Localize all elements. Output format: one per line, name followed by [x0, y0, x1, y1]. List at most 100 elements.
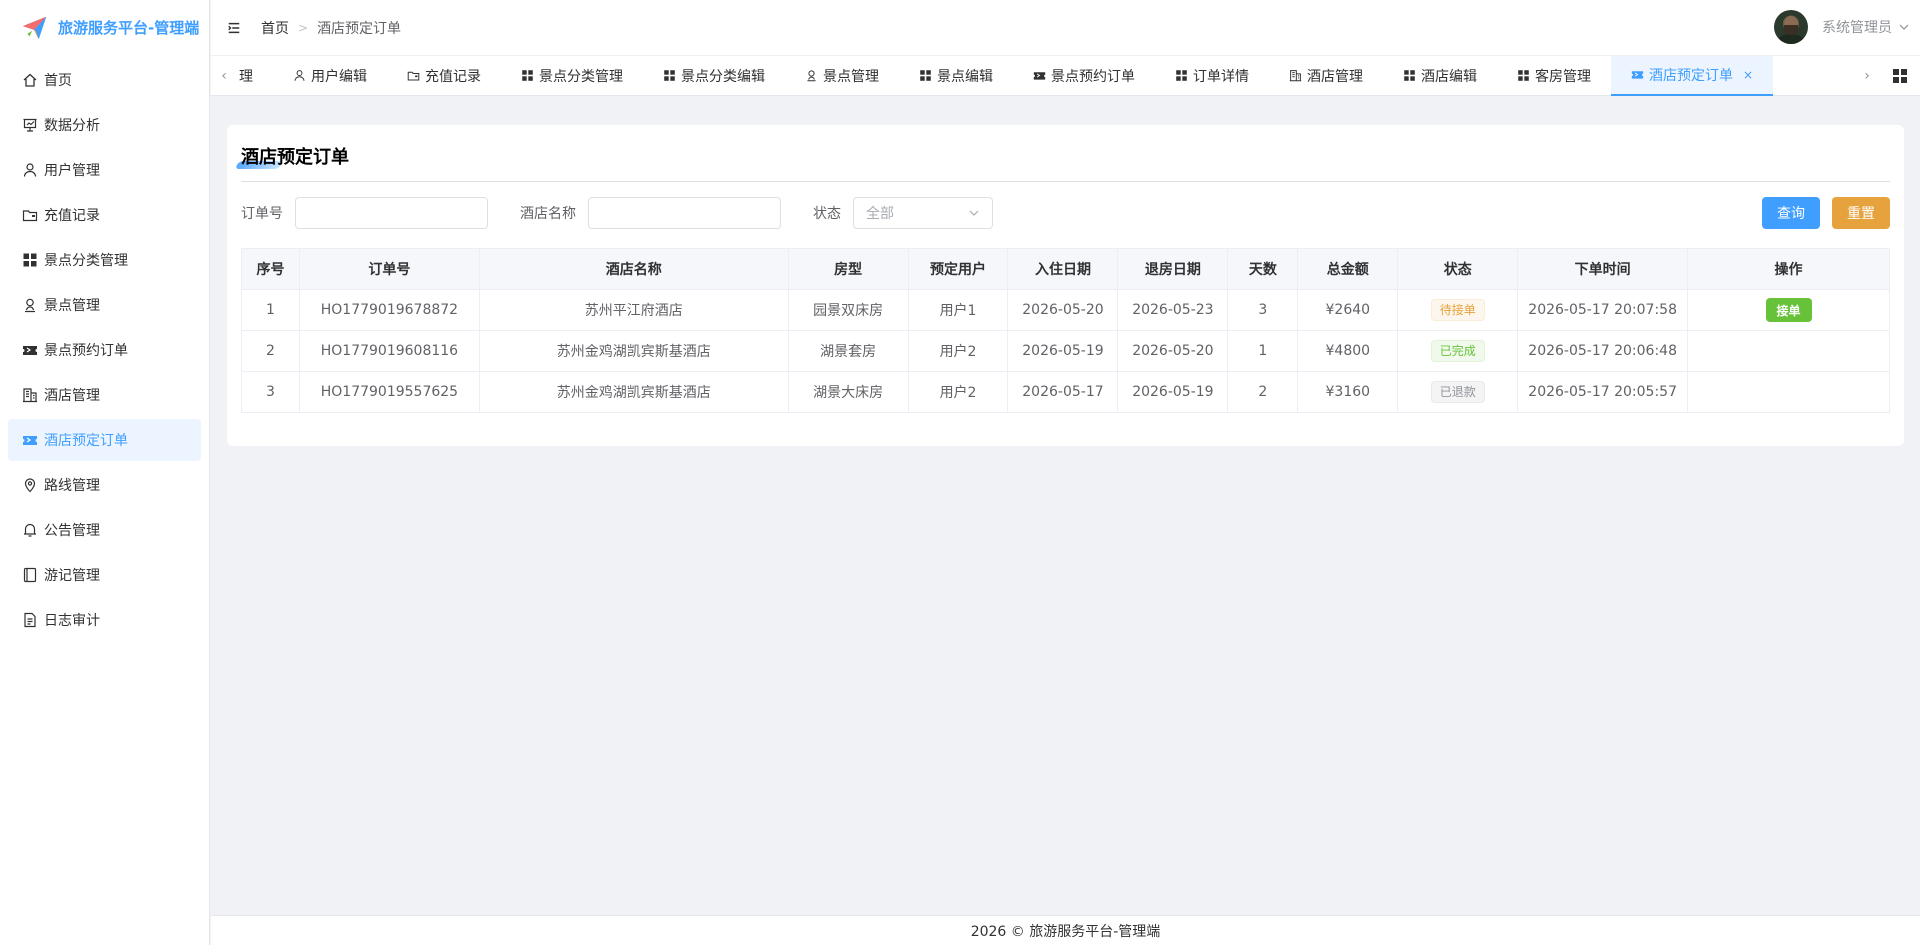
sidebar-item-1[interactable]: 数据分析 [8, 104, 201, 146]
sidebar-item-5[interactable]: 景点管理 [8, 284, 201, 326]
tab-8[interactable]: 订单详情 [1155, 56, 1269, 96]
user-icon [22, 162, 38, 178]
sidebar-item-label: 游记管理 [44, 568, 100, 584]
sidebar-item-12[interactable]: 日志审计 [8, 599, 201, 641]
cell-user: 用户2 [907, 371, 1009, 413]
sidebar-item-6[interactable]: 景点预约订单 [8, 329, 201, 371]
column-header: 操作 [1687, 248, 1890, 290]
ticket-icon [22, 342, 38, 358]
cell-days: 1 [1227, 330, 1299, 372]
content-card: 酒店预定订单 订单号 酒店名称 状态 全部 查询 重置 序号 订单号 酒店名称 房型预… [227, 125, 1904, 446]
tabs-menu-grid-icon[interactable] [1880, 56, 1920, 96]
tab-label: 客房管理 [1535, 68, 1591, 85]
cell-checkin: 2026-05-20 [1007, 289, 1119, 331]
tab-0[interactable]: 理 [237, 56, 273, 96]
collapse-menu-icon[interactable] [227, 20, 243, 36]
grid-icon [521, 69, 534, 82]
cell-checkin: 2026-05-17 [1007, 371, 1119, 413]
cell-user: 用户1 [907, 289, 1009, 331]
cell-order-no: HO1779019557625 [298, 371, 480, 413]
sidebar-item-4[interactable]: 景点分类管理 [8, 239, 201, 281]
reset-button[interactable]: 重置 [1832, 197, 1890, 229]
breadcrumb: 首页 > 酒店预定订单 [261, 18, 401, 38]
tab-label: 酒店管理 [1307, 68, 1363, 85]
footer: 2026 © 旅游服务平台-管理端 [211, 915, 1920, 945]
tab-7[interactable]: 景点预约订单 [1013, 56, 1155, 96]
order-no-input[interactable] [295, 197, 488, 229]
accept-order-button[interactable]: 接单 [1765, 298, 1812, 322]
sidebar-item-7[interactable]: 酒店管理 [8, 374, 201, 416]
tab-label: 景点分类编辑 [681, 68, 765, 85]
search-buttons: 查询 重置 [1762, 197, 1890, 229]
chevron-down-icon [1899, 24, 1909, 30]
tab-9[interactable]: 酒店管理 [1269, 56, 1383, 96]
ticket-icon [1631, 68, 1644, 81]
tab-label: 景点管理 [823, 68, 879, 85]
top-header: 首页 > 酒店预定订单 系统管理员 [211, 0, 1920, 56]
building-icon [22, 387, 38, 403]
sidebar-item-3[interactable]: 充值记录 [8, 194, 201, 236]
tab-10[interactable]: 酒店编辑 [1383, 56, 1497, 96]
cell-created: 2026-05-17 20:06:48 [1517, 330, 1689, 372]
tabs-scroll-right-icon[interactable]: › [1854, 56, 1880, 96]
bell-icon [22, 522, 38, 538]
breadcrumb-home[interactable]: 首页 [261, 18, 289, 38]
table-body: 1 HO1779019678872 苏州平江府酒店 园景双床房 用户1 2026-05-2… [241, 289, 1890, 413]
sidebar-item-11[interactable]: 游记管理 [8, 554, 201, 596]
grid-icon [1403, 69, 1416, 82]
sidebar-item-label: 景点分类管理 [44, 253, 128, 269]
avatar[interactable] [1774, 10, 1808, 44]
tab-label: 充值记录 [425, 68, 481, 85]
location-user-icon [805, 69, 818, 82]
cell-action: 接单 [1687, 289, 1890, 331]
sidebar-item-9[interactable]: 路线管理 [8, 464, 201, 506]
order-no-label: 订单号 [241, 206, 283, 222]
column-header: 天数 [1227, 248, 1299, 290]
cell-hotel: 苏州金鸡湖凯宾斯基酒店 [478, 330, 789, 372]
wallet-icon [22, 207, 38, 223]
table-row: 1 HO1779019678872 苏州平江府酒店 园景双床房 用户1 2026-05-2… [241, 289, 1890, 331]
user-dropdown[interactable]: 系统管理员 [1774, 10, 1910, 44]
tab-1[interactable]: 用户编辑 [273, 56, 387, 96]
home-icon [22, 72, 38, 88]
tab-2[interactable]: 充值记录 [387, 56, 501, 96]
sidebar-item-8[interactable]: 酒店预定订单 [8, 419, 201, 461]
grid-icon [919, 69, 932, 82]
page-title: 酒店预定订单 [241, 147, 349, 168]
sidebar-item-label: 公告管理 [44, 523, 100, 539]
close-tab-icon[interactable]: × [1743, 68, 1753, 82]
cell-created: 2026-05-17 20:07:58 [1517, 289, 1689, 331]
tab-12[interactable]: 酒店预定订单 × [1611, 55, 1774, 96]
sidebar-item-0[interactable]: 首页 [8, 59, 201, 101]
chevron-down-icon [969, 210, 979, 216]
cell-checkout: 2026-05-20 [1117, 330, 1229, 372]
tab-5[interactable]: 景点管理 [785, 56, 899, 96]
cell-status: 待接单 [1397, 289, 1519, 331]
sidebar-item-10[interactable]: 公告管理 [8, 509, 201, 551]
status-select[interactable]: 全部 [853, 197, 993, 229]
tab-label: 酒店编辑 [1421, 68, 1477, 85]
grid-icon [22, 252, 38, 268]
cell-index: 3 [241, 371, 300, 413]
tab-4[interactable]: 景点分类编辑 [643, 56, 785, 96]
column-header: 订单号 [298, 248, 480, 290]
tab-11[interactable]: 客房管理 [1497, 56, 1611, 96]
cell-action [1687, 371, 1890, 413]
table-row: 2 HO1779019608116 苏州金鸡湖凯宾斯基酒店 湖景套房 用户2 2026-0… [241, 330, 1890, 372]
sidebar-item-2[interactable]: 用户管理 [8, 149, 201, 191]
cell-checkout: 2026-05-23 [1117, 289, 1229, 331]
column-header: 总金额 [1297, 248, 1399, 290]
tab-6[interactable]: 景点编辑 [899, 56, 1013, 96]
tab-3[interactable]: 景点分类管理 [501, 56, 643, 96]
status-label: 状态 [813, 206, 841, 222]
table-header-row: 序号 订单号 酒店名称 房型 预定用户 入住日期 退房日期 天数 总金额 状态 下单时间 操作 [241, 248, 1890, 290]
tab-label: 订单详情 [1193, 68, 1249, 85]
column-header: 酒店名称 [478, 248, 789, 290]
cell-days: 3 [1227, 289, 1299, 331]
tabs-scroll-left-icon[interactable]: ‹ [211, 56, 237, 96]
document-icon [22, 612, 38, 628]
airplane-logo-icon [22, 16, 47, 39]
query-button[interactable]: 查询 [1762, 197, 1820, 229]
hotel-name-input[interactable] [588, 197, 781, 229]
logo[interactable]: 旅游服务平台-管理端 [0, 0, 209, 55]
